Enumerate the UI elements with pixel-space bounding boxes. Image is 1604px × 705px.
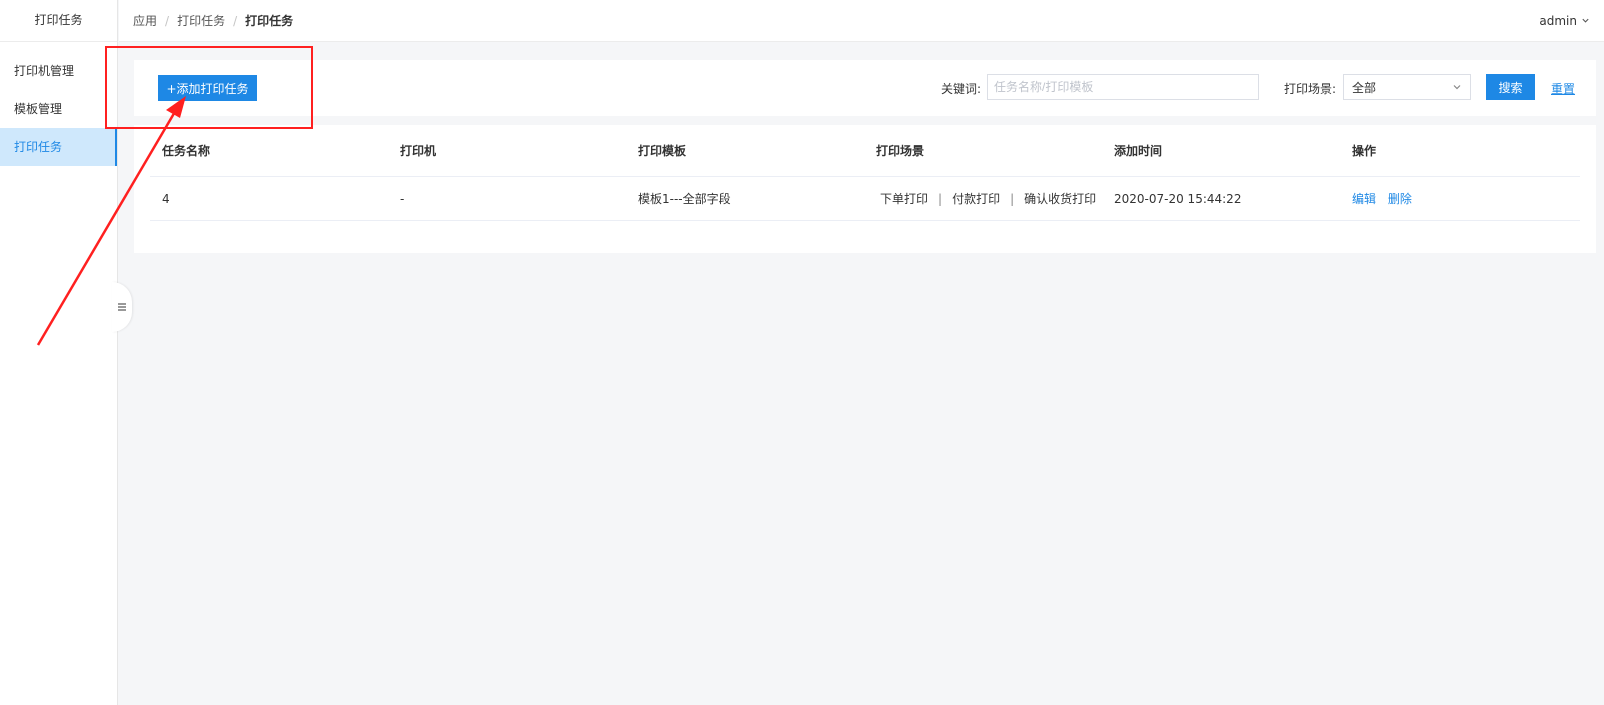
filter-bar: +添加打印任务 关键词: 打印场景: 全部 搜索 重置 [134, 60, 1596, 116]
sidebar-item-label: 打印机管理 [14, 64, 75, 78]
cell-template: 模板1---全部字段 [638, 192, 731, 206]
sidebar: 打印任务 打印机管理 模板管理 打印任务 [0, 0, 118, 705]
cell-printer: - [400, 191, 405, 206]
sidebar-item-print-tasks[interactable]: 打印任务 [0, 128, 117, 166]
keyword-input[interactable] [987, 74, 1259, 100]
add-print-task-button[interactable]: +添加打印任务 [158, 75, 257, 101]
breadcrumb-separator: / [233, 13, 238, 28]
reset-link[interactable]: 重置 [1551, 80, 1575, 97]
breadcrumb-separator: / [165, 13, 170, 28]
column-header-added-time: 添加时间 [1114, 144, 1163, 158]
sidebar-item-printer-management[interactable]: 打印机管理 [0, 52, 117, 90]
task-table: 任务名称 打印机 打印模板 打印场景 添加时间 操作 4 - 模板1---全部字… [150, 125, 1580, 221]
sidebar-item-label: 打印任务 [14, 140, 63, 154]
print-scene-label: 打印场景: [1284, 82, 1337, 96]
column-header-template: 打印模板 [638, 144, 687, 158]
scene-tag: 确认收货打印 [1024, 192, 1097, 206]
sidebar-collapse-button[interactable] [112, 282, 132, 332]
scene-separator: | [938, 191, 943, 206]
user-menu[interactable]: admin [1539, 14, 1590, 28]
task-table-card: 任务名称 打印机 打印模板 打印场景 添加时间 操作 4 - 模板1---全部字… [134, 125, 1596, 253]
chevron-down-icon [1582, 18, 1589, 23]
scene-tag: 付款打印 [952, 192, 1001, 206]
column-header-printer: 打印机 [400, 144, 437, 158]
keyword-label: 关键词: [941, 82, 982, 96]
breadcrumb-item-app[interactable]: 应用 [133, 12, 157, 29]
menu-icon [118, 303, 126, 311]
chevron-down-icon [1453, 85, 1461, 90]
print-scene-select[interactable]: 全部 [1343, 74, 1471, 100]
sidebar-title: 打印任务 [0, 0, 117, 42]
scene-tag: 下单打印 [880, 192, 929, 206]
breadcrumb-current: 打印任务 [245, 14, 294, 28]
print-scene-selected-value: 全部 [1352, 80, 1377, 95]
delete-link[interactable]: 删除 [1388, 192, 1412, 206]
column-header-task-name: 任务名称 [162, 144, 211, 158]
breadcrumb: 应用 / 打印任务 / 打印任务 [133, 12, 293, 29]
table-header-row: 任务名称 打印机 打印模板 打印场景 添加时间 操作 [150, 125, 1580, 177]
user-name: admin [1539, 13, 1577, 28]
sidebar-item-label: 模板管理 [14, 102, 63, 116]
search-button[interactable]: 搜索 [1486, 74, 1535, 100]
sidebar-item-template-management[interactable]: 模板管理 [0, 90, 117, 128]
cell-actions: 编辑 删除 [1340, 190, 1580, 207]
cell-print-scenes: 下单打印 | 付款打印 | 确认收货打印 [864, 190, 1102, 207]
scene-separator: | [1010, 191, 1015, 206]
table-row: 4 - 模板1---全部字段 下单打印 | 付款打印 | 确认收货打印 2020… [150, 177, 1580, 221]
breadcrumb-item-print-tasks[interactable]: 打印任务 [177, 12, 225, 29]
edit-link[interactable]: 编辑 [1352, 192, 1376, 206]
header: 应用 / 打印任务 / 打印任务 admin [119, 0, 1604, 42]
column-header-print-scene: 打印场景 [876, 144, 925, 158]
cell-task-name: 4 [162, 191, 170, 206]
column-header-actions: 操作 [1352, 144, 1377, 158]
cell-added-time: 2020-07-20 15:44:22 [1114, 191, 1242, 206]
